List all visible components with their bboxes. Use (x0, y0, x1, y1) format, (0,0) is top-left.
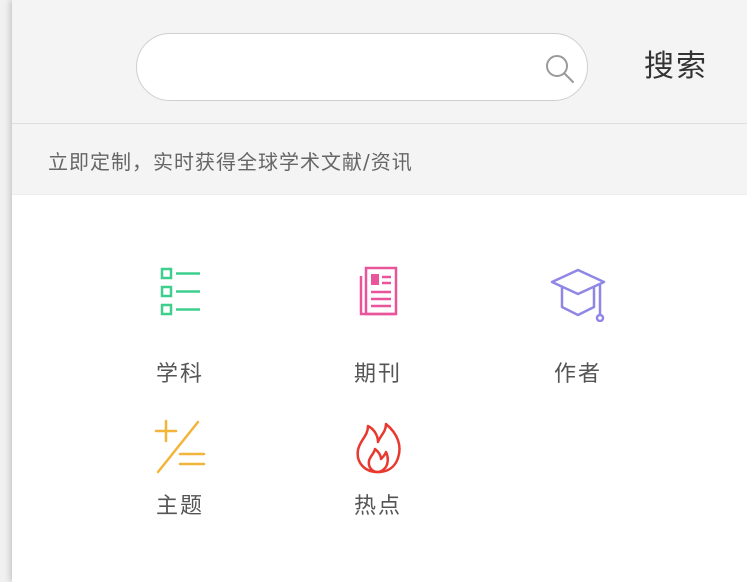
search-icon[interactable] (543, 52, 577, 86)
graduation-cap-icon (550, 268, 606, 322)
plus-slash-equals-icon (154, 419, 206, 474)
category-topic[interactable]: 主题 (110, 416, 250, 536)
notice-bar: 立即定制，实时获得全球学术文献/资讯 (12, 124, 747, 195)
list-icon (160, 267, 200, 316)
category-author[interactable]: 作者 (508, 262, 648, 387)
category-label-hot: 热点 (353, 494, 402, 519)
category-journal[interactable]: 期刊 (308, 262, 448, 387)
search-input[interactable] (163, 48, 527, 88)
category-label-subject: 学科 (155, 362, 204, 387)
category-hot[interactable]: 热点 (308, 416, 448, 536)
journal-icon (359, 266, 398, 316)
category-subject[interactable]: 学科 (110, 262, 250, 387)
category-label-topic: 主题 (155, 494, 204, 519)
notice-text: 立即定制，实时获得全球学术文献/资讯 (48, 150, 413, 174)
flame-icon (356, 422, 401, 474)
category-label-author: 作者 (553, 362, 602, 387)
search-bar: 搜索 (12, 0, 747, 124)
search-button[interactable]: 搜索 (644, 46, 708, 88)
category-label-journal: 期刊 (353, 362, 402, 387)
search-box[interactable] (136, 33, 588, 101)
app-window: 搜索 立即定制，实时获得全球学术文献/资讯 学科 期刊 作者 主题 热点 (12, 0, 747, 582)
